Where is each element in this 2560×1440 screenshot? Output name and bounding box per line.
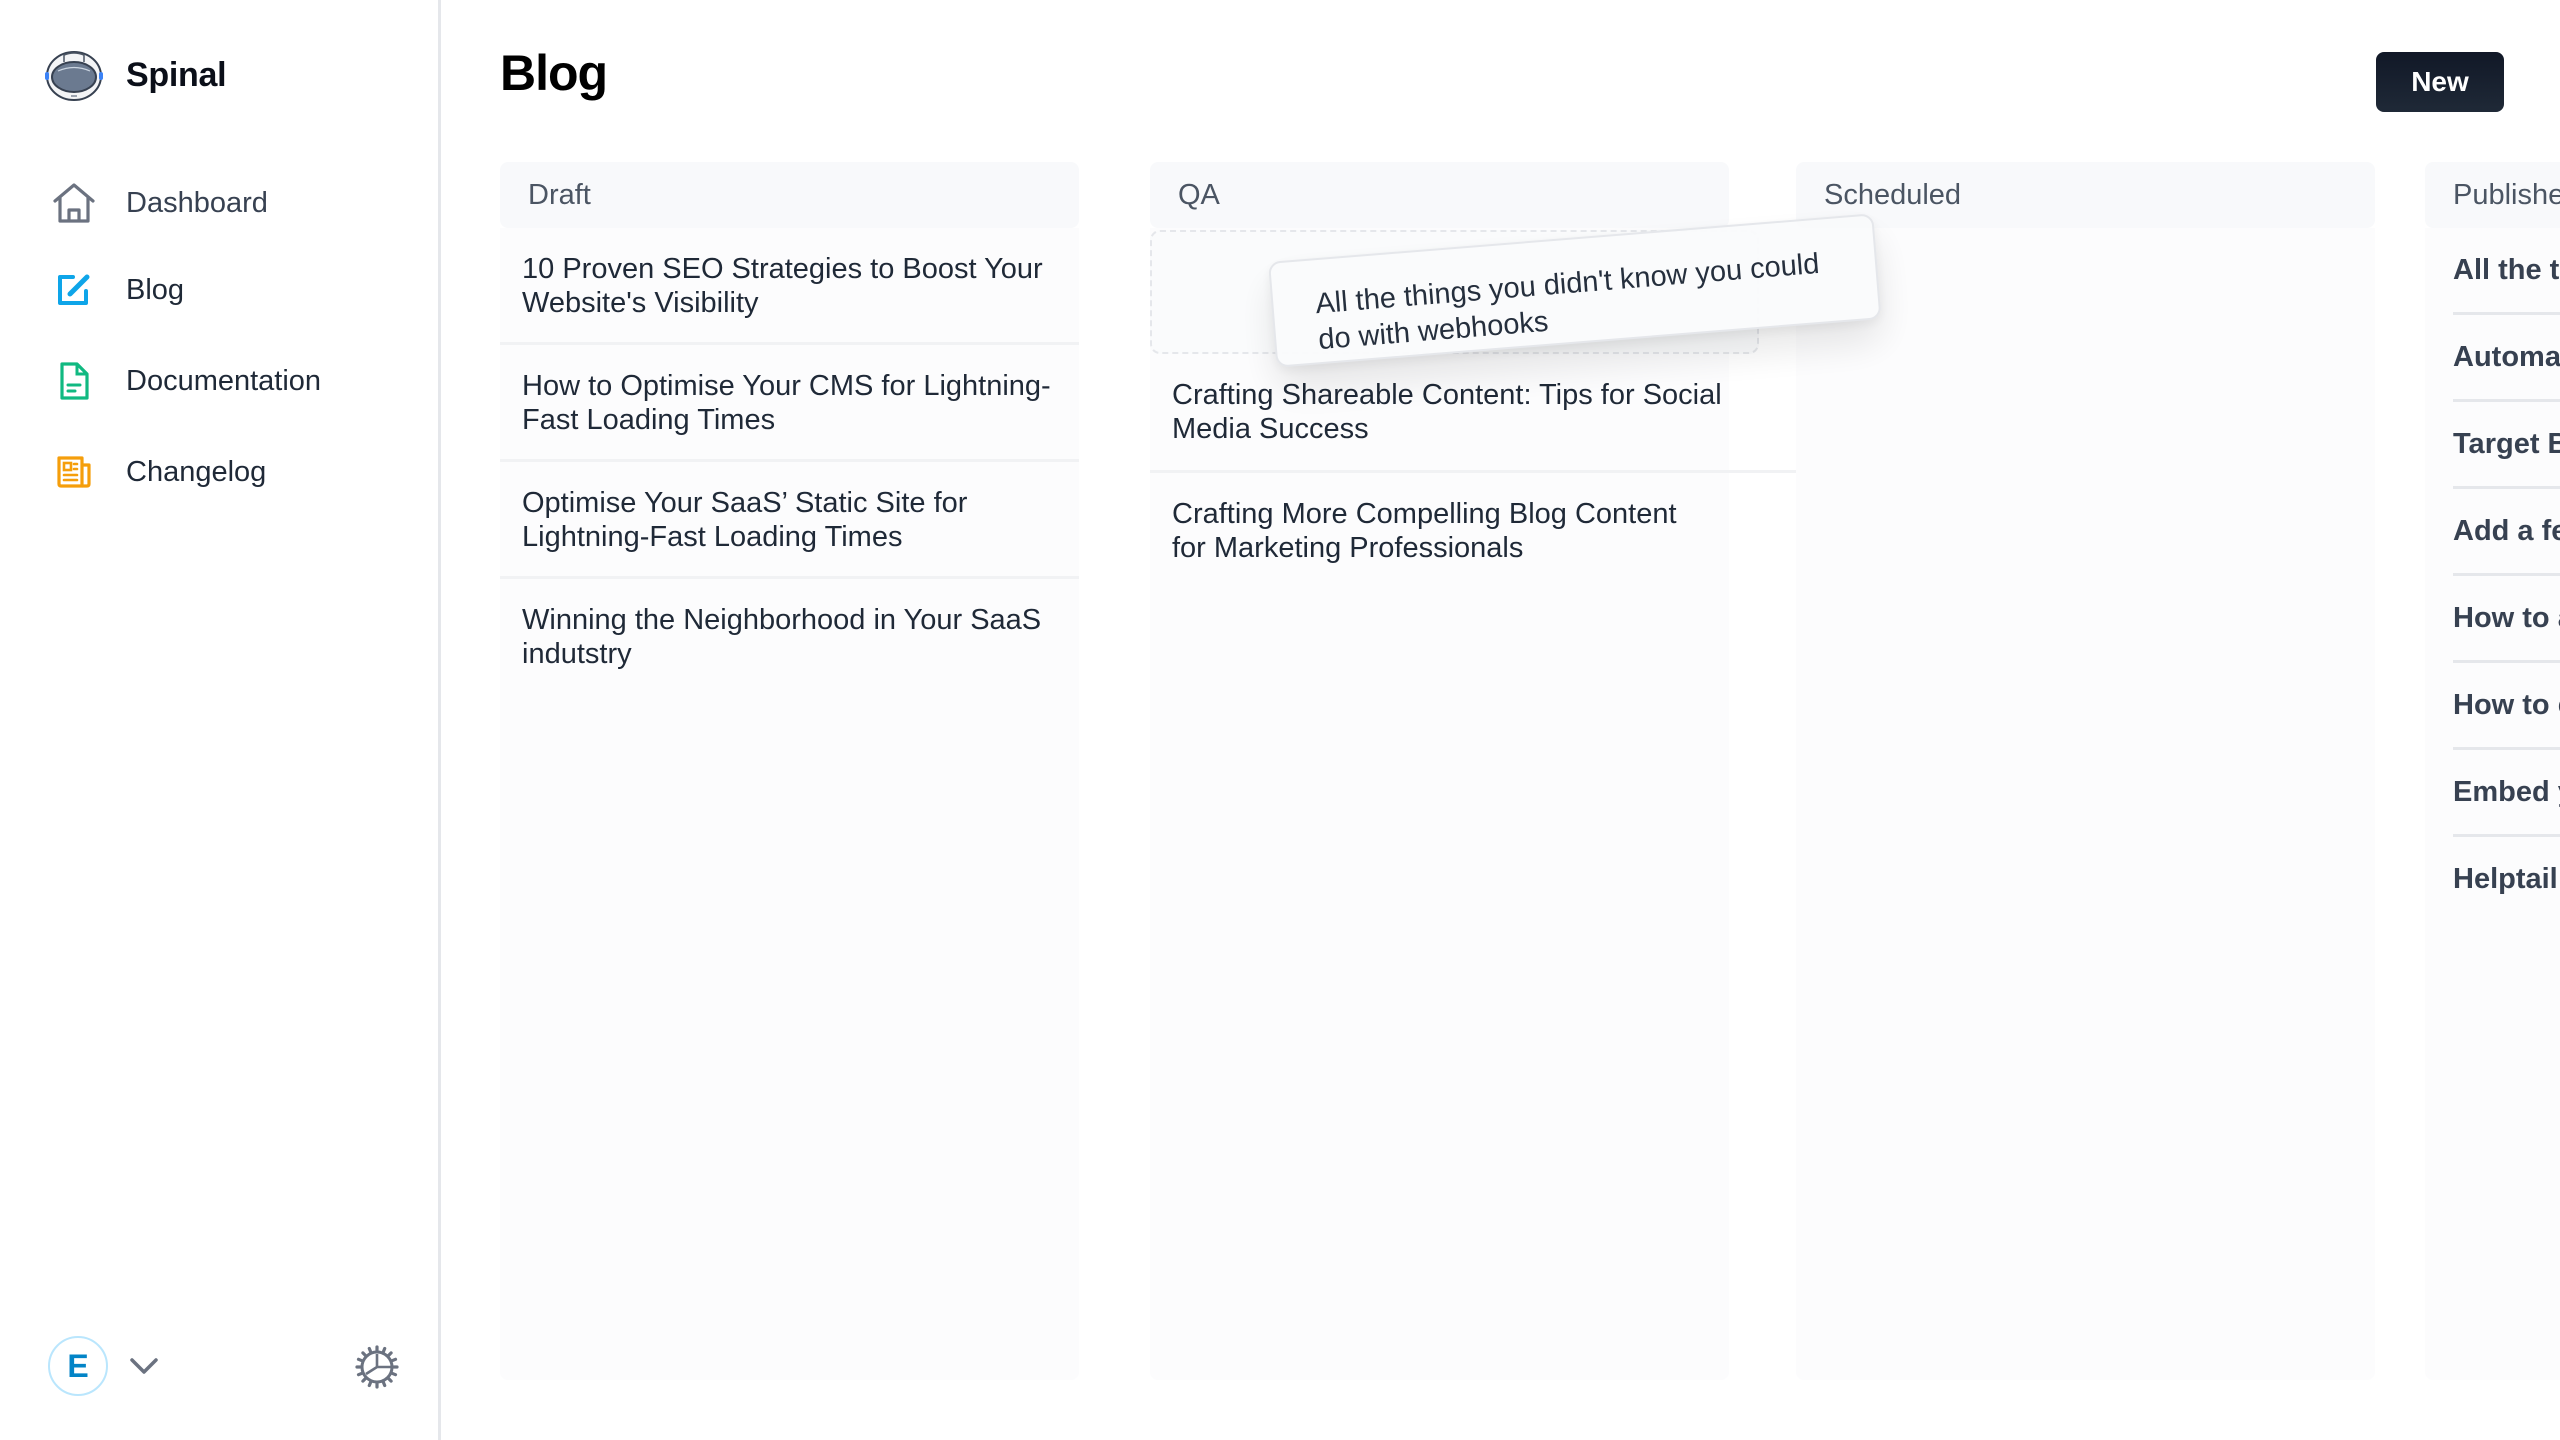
new-post-button[interactable]: New xyxy=(2376,52,2504,112)
post-card[interactable]: Optimise Your SaaS’ Static Site for Ligh… xyxy=(500,462,1079,579)
column-body: Crafting Shareable Content: Tips for Soc… xyxy=(1150,228,1799,1380)
post-card[interactable]: Embed y xyxy=(2453,750,2560,837)
sidebar-item-documentation[interactable]: Documentation xyxy=(52,351,321,411)
post-card[interactable]: How to a xyxy=(2453,576,2560,663)
brand-name: Spinal xyxy=(126,55,227,94)
column-header: Draft xyxy=(500,162,1079,228)
sidebar: Spinal Dashboard Blog Documentation Chan… xyxy=(0,0,441,1440)
column-body xyxy=(1796,228,2375,1380)
sidebar-item-changelog[interactable]: Changelog xyxy=(52,442,266,502)
column-draft: Draft 10 Proven SEO Strategies to Boost … xyxy=(500,162,1079,1380)
brand[interactable]: Spinal xyxy=(44,46,227,104)
avatar[interactable]: E xyxy=(48,1336,108,1396)
post-card[interactable]: Crafting More Compelling Blog Content fo… xyxy=(1150,473,1729,589)
column-header: Scheduled xyxy=(1796,162,2375,228)
column-body: 10 Proven SEO Strategies to Boost Your W… xyxy=(500,228,1079,1380)
post-card[interactable]: Crafting Shareable Content: Tips for Soc… xyxy=(1150,354,1799,473)
post-card[interactable]: Target B xyxy=(2453,402,2560,489)
column-published: Published All the things you didn't know… xyxy=(2425,162,2560,1380)
post-card[interactable]: 10 Proven SEO Strategies to Boost Your W… xyxy=(500,228,1079,345)
post-card[interactable]: Helptail xyxy=(2453,837,2560,921)
sidebar-item-label: Documentation xyxy=(126,364,322,397)
post-card[interactable]: Add a fe xyxy=(2453,489,2560,576)
post-card[interactable]: All the things you didn't know you could… xyxy=(2453,228,2560,315)
column-header: Published xyxy=(2425,162,2560,228)
edit-icon xyxy=(52,268,96,312)
post-card[interactable]: How to e xyxy=(2453,663,2560,750)
post-card[interactable]: How to Optimise Your CMS for Lightning-F… xyxy=(500,345,1079,462)
column-scheduled: Scheduled xyxy=(1796,162,2375,1380)
sidebar-item-label: Dashboard xyxy=(126,186,268,219)
sidebar-item-blog[interactable]: Blog xyxy=(52,260,184,320)
sidebar-item-label: Blog xyxy=(126,273,185,306)
document-icon xyxy=(52,359,96,403)
home-icon xyxy=(52,181,96,225)
gear-icon[interactable] xyxy=(354,1344,400,1390)
chevron-down-icon[interactable] xyxy=(128,1352,160,1380)
column-body: All the things you didn't know you could… xyxy=(2425,228,2560,1380)
sidebar-footer: E xyxy=(0,1300,438,1440)
sidebar-item-label: Changelog xyxy=(126,455,267,488)
page-title: Blog xyxy=(500,45,608,101)
newspaper-icon xyxy=(52,450,96,494)
astronaut-helmet-icon xyxy=(45,51,103,101)
sidebar-item-dashboard[interactable]: Dashboard xyxy=(52,173,268,233)
post-card[interactable]: Winning the Neighborhood in Your SaaS in… xyxy=(500,579,1079,693)
column-header: QA xyxy=(1150,162,1729,228)
post-card[interactable]: Automate xyxy=(2453,315,2560,402)
